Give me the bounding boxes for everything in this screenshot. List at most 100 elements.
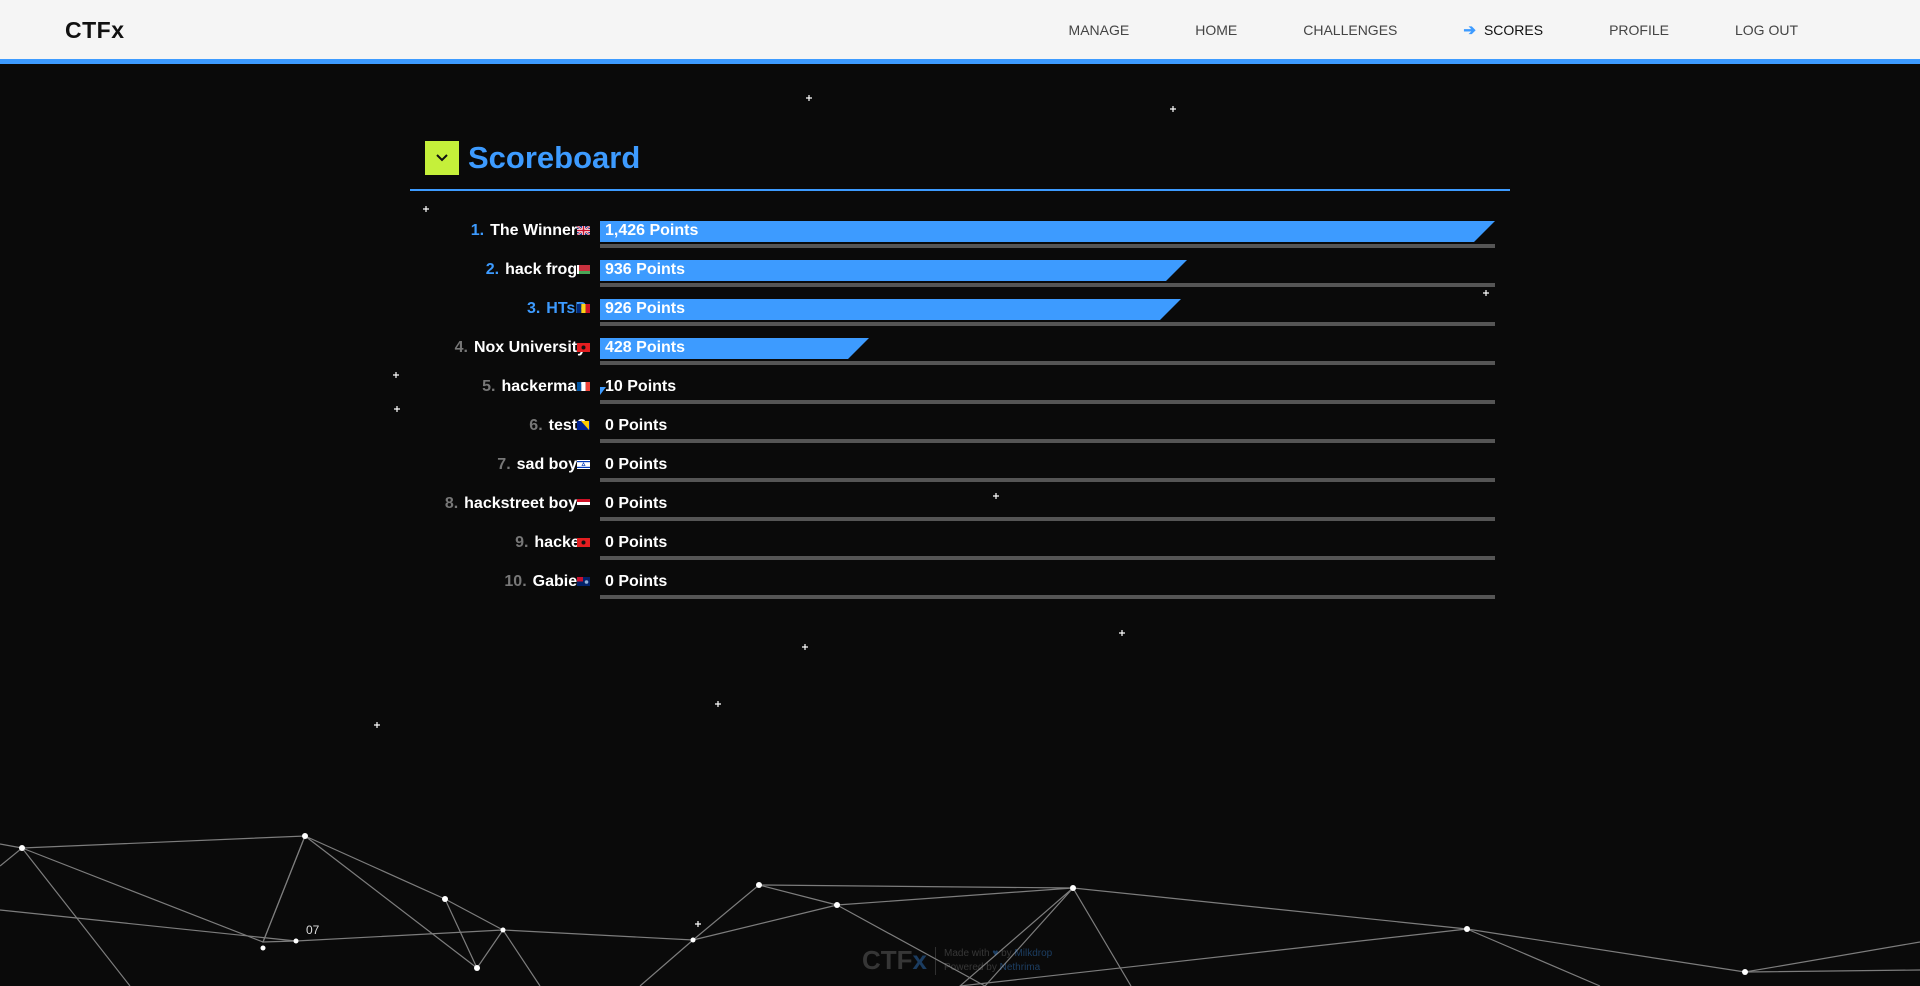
score-bar-tip <box>1160 299 1181 320</box>
team-rank: 3. <box>526 300 541 317</box>
footer-author-link[interactable]: Milkdrop <box>1014 948 1052 959</box>
collapse-toggle-button[interactable] <box>425 141 459 175</box>
rank-team-cell: 4. Nox University <box>455 339 586 357</box>
team-rank: 7. <box>497 456 511 473</box>
top-navbar: CTFx MANAGE HOME CHALLENGES ➔ SCORES PROF… <box>0 0 1920 64</box>
rank-team-cell: 9. hacker <box>515 534 586 552</box>
nav-logout[interactable]: LOG OUT <box>1735 22 1798 38</box>
heart-icon: ♥ <box>992 947 999 959</box>
nav-challenges[interactable]: CHALLENGES <box>1303 22 1397 38</box>
nav-home[interactable]: HOME <box>1195 22 1237 38</box>
app-logo[interactable]: CTFx <box>65 17 125 44</box>
country-flag-icon-ba <box>577 421 590 430</box>
team-rank: 2. <box>485 261 500 278</box>
score-bar-track <box>600 595 1495 599</box>
team-name-link[interactable]: The Winners <box>490 222 586 239</box>
team-rank: 10. <box>504 573 527 590</box>
score-bar-track <box>600 400 1495 404</box>
country-flag-icon-al <box>577 343 590 352</box>
score-points-label: 428 Points <box>605 339 686 356</box>
footer-separator <box>935 946 937 975</box>
team-rank: 5. <box>482 378 496 395</box>
score-bar-track <box>600 283 1495 287</box>
score-points-label: 1,426 Points <box>605 222 699 239</box>
team-rank: 6. <box>529 417 543 434</box>
team-rank: 8. <box>444 495 459 512</box>
footer-by: by <box>1001 947 1012 959</box>
section-divider <box>410 189 1510 191</box>
scoreboard-row: 5. hackerman 10 Points <box>410 375 1510 414</box>
score-bar-tip <box>1474 221 1495 242</box>
nav-challenges-label: CHALLENGES <box>1303 21 1398 38</box>
page-title: Scoreboard <box>468 140 641 175</box>
country-flag-icon-il <box>577 460 590 469</box>
footer-logo[interactable]: CTFx <box>862 945 927 976</box>
scoreboard-row: 2. hack frogs 936 Points <box>410 258 1510 297</box>
team-name-link[interactable]: hackstreet boys <box>464 495 586 512</box>
score-bar-track <box>600 517 1495 521</box>
scoreboard-row: 7. sad boys 0 Points <box>410 453 1510 492</box>
team-name-link[interactable]: hack frogs <box>505 261 586 278</box>
score-bar-tip <box>1166 260 1187 281</box>
score-points-label: 926 Points <box>605 300 686 317</box>
nav-manage-label: MANAGE <box>1068 21 1130 38</box>
score-bar-track <box>600 361 1495 365</box>
score-bar-track <box>600 322 1495 326</box>
country-flag-icon-ro <box>577 304 590 313</box>
scoreboard-row: 1. The Winners 1,426 Points <box>410 219 1510 258</box>
score-bar-track <box>600 244 1495 248</box>
score-points-label: 0 Points <box>605 534 668 551</box>
scoreboard-row: 6. test2 0 Points <box>410 414 1510 453</box>
country-flag-icon-by <box>577 265 590 274</box>
country-flag-icon-al <box>577 538 590 547</box>
scoreboard-row: 10. Gabies 0 Points <box>410 570 1510 609</box>
team-name-link[interactable]: Nox University <box>474 339 586 356</box>
footer-made-with: Made with <box>944 947 990 959</box>
team-rank: 1. <box>470 222 485 239</box>
score-points-label: 0 Points <box>605 573 668 590</box>
scoreboard-row: 3. HTsP 926 Points <box>410 297 1510 336</box>
footer-powered-link[interactable]: Nethrima <box>1000 962 1041 973</box>
country-flag-icon-fk <box>577 577 590 586</box>
nav-profile-label: PROFILE <box>1609 21 1669 38</box>
rank-team-cell: 2. hack frogs <box>486 261 586 279</box>
score-bar-track <box>600 556 1495 560</box>
scoreboard-row: 8. hackstreet boys 0 Points <box>410 492 1510 531</box>
nav-home-label: HOME <box>1195 21 1238 38</box>
rank-team-cell: 1. The Winners <box>471 222 586 240</box>
scoreboard-row: 9. hacker 0 Points <box>410 531 1510 570</box>
team-rank: 9. <box>515 534 529 551</box>
scoreboard-header: Scoreboard <box>425 140 640 176</box>
team-name-link[interactable]: hackerman <box>502 378 587 395</box>
nav-manage[interactable]: MANAGE <box>1069 22 1130 38</box>
country-flag-icon-ye <box>577 499 590 508</box>
nav-scores-label: SCORES <box>1483 21 1544 38</box>
nav-profile[interactable]: PROFILE <box>1609 22 1669 38</box>
score-bar-tip <box>848 338 869 359</box>
scoreboard-row: 4. Nox University 428 Points <box>410 336 1510 375</box>
team-name-link[interactable]: sad boys <box>517 456 586 473</box>
footer-powered-by: Powered by <box>944 961 997 973</box>
score-points-label: 0 Points <box>605 456 668 473</box>
nav-scores[interactable]: ➔ SCORES <box>1463 21 1543 39</box>
score-points-label: 0 Points <box>605 417 668 434</box>
rank-team-cell: 10. Gabies <box>504 573 586 591</box>
footer-logo-prefix: CTF <box>862 945 913 975</box>
team-rank: 4. <box>454 339 468 356</box>
page-number-overlay: 07 <box>306 923 320 937</box>
score-bar-track <box>600 439 1495 443</box>
score-points-label: 0 Points <box>605 495 668 512</box>
scoreboard-list: 1. The Winners 1,426 Points 2. hack frogs 936… <box>410 219 1510 609</box>
main-nav: MANAGE HOME CHALLENGES ➔ SCORES PROFILE L… <box>1003 0 1798 59</box>
nav-logout-label: LOG OUT <box>1734 21 1798 38</box>
footer: CTFx Made with ♥ by Milkdrop Powered by … <box>862 945 1052 976</box>
country-flag-icon-fr <box>577 382 590 391</box>
country-flag-icon-gb <box>577 226 590 235</box>
footer-credits: Made with ♥ by Milkdrop Powered by Nethr… <box>944 947 1052 975</box>
chevron-down-icon <box>436 154 448 162</box>
rank-team-cell: 7. sad boys <box>497 456 586 474</box>
score-bar-track <box>600 478 1495 482</box>
score-points-label: 10 Points <box>605 378 677 395</box>
arrow-right-icon: ➔ <box>1463 21 1476 39</box>
score-bar-fill <box>600 221 1474 242</box>
